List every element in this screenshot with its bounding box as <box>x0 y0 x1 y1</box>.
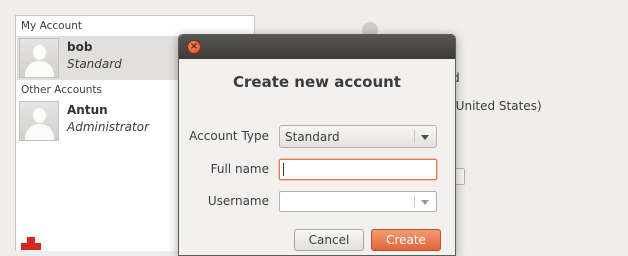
user-avatar-icon <box>19 101 59 141</box>
dialog-title: Create new account <box>233 73 401 91</box>
chevron-down-icon[interactable] <box>421 200 429 205</box>
username-combo-field[interactable] <box>279 191 437 212</box>
text-cursor <box>283 163 284 176</box>
full-name-label: Full name <box>210 162 269 176</box>
create-button[interactable]: Create <box>371 229 441 251</box>
username-label: Username <box>207 194 269 208</box>
chevron-down-icon <box>421 135 429 140</box>
account-type: Administrator <box>67 120 150 134</box>
full-name-field[interactable] <box>279 159 437 180</box>
account-type: Standard <box>67 57 122 71</box>
my-account-heading: My Account <box>21 20 83 32</box>
cancel-button[interactable]: Cancel <box>294 229 364 251</box>
account-name: bob <box>67 40 93 54</box>
dialog-titlebar: × <box>179 35 455 59</box>
remove-account-icon[interactable] <box>18 234 44 250</box>
account-type-select[interactable]: Standard <box>279 125 437 148</box>
account-name: Antun <box>67 103 108 117</box>
user-avatar-icon <box>19 38 59 78</box>
account-type-value: Standard <box>285 130 340 144</box>
other-accounts-heading: Other Accounts <box>21 84 103 96</box>
language-region-text: (United States) <box>451 99 542 113</box>
close-icon[interactable]: × <box>187 40 201 54</box>
create-account-dialog: × Create new account Account Type Standa… <box>178 34 456 256</box>
account-type-label: Account Type <box>189 129 269 143</box>
